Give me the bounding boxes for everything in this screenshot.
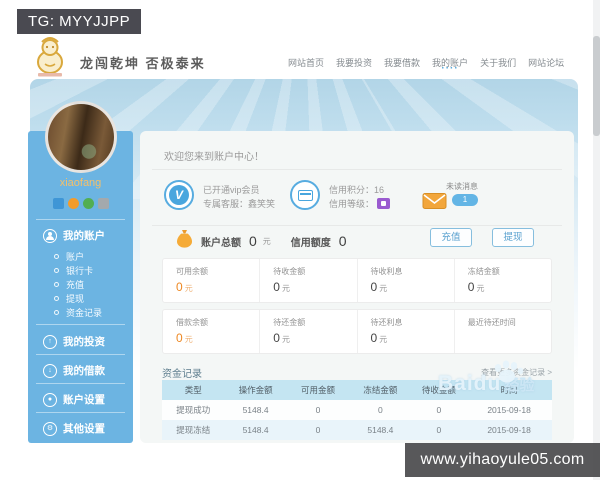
bullet-icon [54, 254, 59, 259]
loan-icon: ↓ [43, 363, 57, 378]
vip-service: 专属客服：鑫笑笑 [203, 199, 276, 209]
welcome-message: 欢迎您来到账户中心！ [164, 152, 264, 163]
qq-icon[interactable] [97, 198, 109, 209]
sidebar-section-my-account[interactable]: 我的账户 [43, 228, 105, 243]
sidebar-item-withdraw[interactable]: 提现 [54, 292, 84, 305]
withdraw-button[interactable]: 提现 [492, 228, 534, 247]
stat-loan-balance: 借款余额 0元 [176, 318, 208, 345]
credit-limit-label: 信用额度 [290, 237, 331, 249]
site-slogan: 龙闯乾坤 否极泰来 [80, 56, 206, 71]
weibo-icon[interactable] [52, 198, 64, 209]
person-icon [43, 228, 57, 243]
invest-icon: ↑ [43, 334, 57, 349]
divider [36, 354, 125, 355]
divider [152, 169, 562, 170]
avatar[interactable] [45, 101, 117, 173]
recharge-button[interactable]: 充值 [430, 228, 472, 247]
sidebar-section-my-loans[interactable]: ↓ 我的借款 [43, 363, 105, 378]
sidebar-item-fund-records[interactable]: 资金记录 [54, 306, 102, 319]
table-header: 类型 操作金额 可用金额 冻结金额 待收金额 时间 [162, 380, 552, 400]
credit-limit-value: 0 [338, 233, 347, 249]
total-balance-label: 账户总额 [201, 237, 241, 249]
scrollbar-thumb[interactable] [593, 36, 600, 136]
sidebar-item-bankcard[interactable]: 银行卡 [54, 264, 93, 277]
tg-contact-badge: TG: MYYJJPP [17, 9, 142, 34]
fund-records-table: 类型 操作金额 可用金额 冻结金额 待收金额 时间 提现成功 5148.4 0 … [162, 380, 552, 440]
sidebar-item-recharge[interactable]: 充值 [54, 278, 84, 291]
sidebar: xiaofang 我的账户 账户 银行卡 充值 提现 资金记录 ↑ 我的投资 ↓… [28, 131, 133, 443]
nav-home[interactable]: 网站首页 [288, 56, 324, 69]
stats-card-assets: 可用余额 0元 待收金额 0元 待收利息 0元 冻结金额 0元 [162, 258, 552, 303]
stat-repay-interest: 待还利息 0元 [356, 310, 454, 353]
username: xiaofang [59, 177, 102, 189]
nav-borrow[interactable]: 我要借款 [384, 56, 420, 69]
site-url-watermark: www.yihaoyule05.com [405, 443, 600, 477]
more-records-link[interactable]: 查看更多资金记录 > [481, 367, 552, 378]
stat-next-repay-time: 最近待还时间 [453, 310, 551, 353]
credit-level-badge [377, 198, 391, 209]
sidebar-item-account[interactable]: 账户 [54, 250, 84, 263]
bullet-icon [54, 268, 59, 273]
unread-count-badge[interactable]: 1 [452, 194, 478, 206]
main-nav: 网站首页 我要投资 我要借款 我的账户 ···· 关于我们 网站论坛 [288, 56, 564, 74]
social-icons-row [28, 198, 133, 209]
stat-available-balance: 可用余额 0元 [176, 267, 208, 294]
total-balance-value: 0 [249, 233, 257, 249]
moneybag-icon [176, 229, 193, 253]
sidebar-section-account-settings[interactable]: ● 账户设置 [43, 392, 105, 407]
nav-about-us[interactable]: 关于我们 [480, 56, 516, 69]
stat-repay-amount: 待还金额 0元 [259, 310, 356, 353]
divider [36, 219, 125, 220]
bullet-icon [54, 282, 59, 287]
nav-forum[interactable]: 网站论坛 [528, 56, 564, 69]
gear-icon: ⚙ [43, 421, 57, 436]
credit-card-icon [290, 180, 320, 210]
target-icon: ● [43, 392, 57, 407]
stats-card-loans: 借款余额 0元 待还金额 0元 待还利息 0元 最近待还时间 [162, 309, 552, 354]
stat-frozen-amount: 冻结金额 0元 [453, 259, 551, 302]
bullet-icon [54, 296, 59, 301]
account-center-page: 龙闯乾坤 否极泰来 网站首页 我要投资 我要借款 我的账户 ···· 关于我们 … [0, 0, 600, 480]
bullet-icon [54, 310, 59, 315]
mascot-logo-icon [37, 37, 63, 77]
wangwang-icon[interactable] [67, 198, 79, 209]
divider [36, 412, 125, 413]
credit-level: 信用等级： [329, 197, 391, 210]
table-row: 提现冻结 5148.4 0 5148.4 0 2015-09-18 [162, 420, 552, 440]
divider [36, 383, 125, 384]
wechat-icon[interactable] [82, 198, 94, 209]
nav-my-account[interactable]: 我的账户 ···· [432, 56, 468, 74]
sidebar-section-other-settings[interactable]: ⚙ 其他设置 [43, 421, 105, 436]
table-row: 提现成功 5148.4 0 0 0 2015-09-18 [162, 400, 552, 420]
stat-pending-interest: 待收利息 0元 [356, 259, 454, 302]
nav-invest[interactable]: 我要投资 [336, 56, 372, 69]
divider [152, 225, 562, 226]
balance-row: 账户总额 0 元 信用额度 0 [176, 229, 347, 253]
site-logo[interactable] [32, 37, 68, 82]
vip-icon: V [164, 180, 194, 210]
divider [36, 324, 125, 325]
credit-score: 信用积分：16 [329, 185, 385, 195]
sidebar-section-my-investments[interactable]: ↑ 我的投资 [43, 334, 105, 349]
scrollbar[interactable] [593, 0, 600, 480]
account-panel: 欢迎您来到账户中心！ V 已开通vip会员 专属客服：鑫笑笑 信用积分：16 信… [140, 131, 574, 443]
mail-icon[interactable] [422, 192, 447, 215]
unread-label: 未读消息 [446, 182, 478, 191]
vip-status: 已开通vip会员 [203, 185, 260, 195]
active-dots-icon: ···· [441, 63, 459, 74]
fund-records-title: 资金记录 [162, 369, 202, 380]
stat-pending-amount: 待收金额 0元 [259, 259, 356, 302]
